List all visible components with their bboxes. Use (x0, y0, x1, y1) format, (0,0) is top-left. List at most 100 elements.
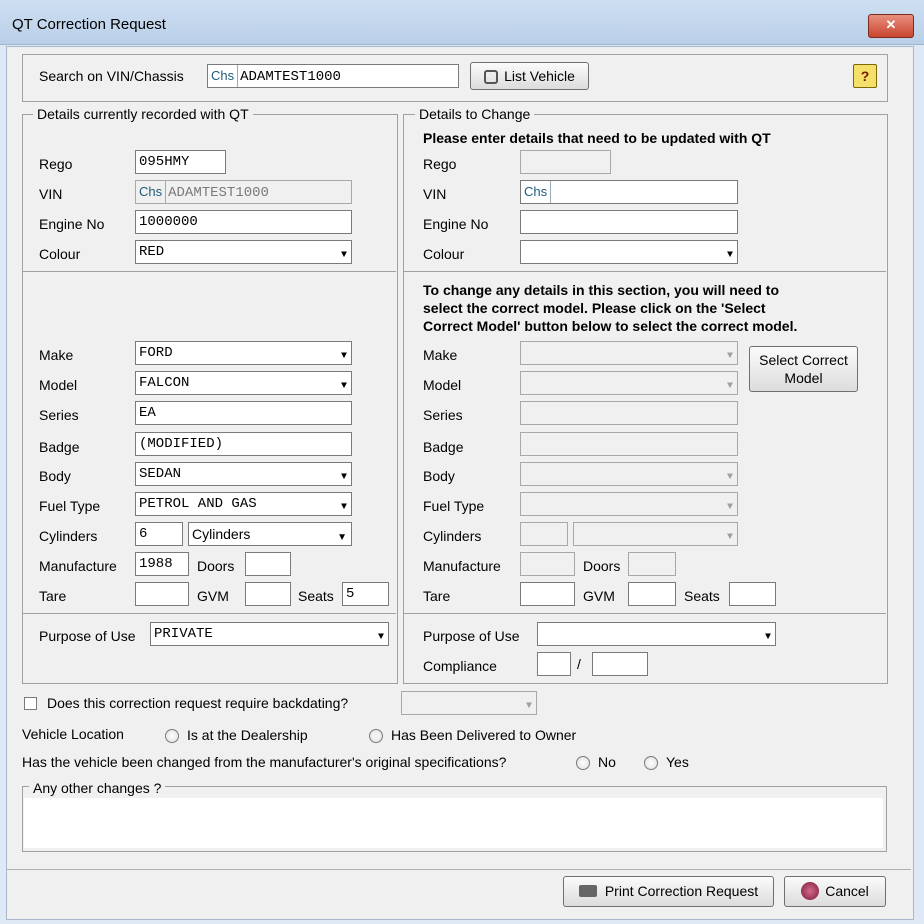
help-icon[interactable]: ? (853, 64, 877, 88)
new-seats-input[interactable] (729, 582, 776, 606)
new-gvm-input[interactable] (628, 582, 676, 606)
divider (404, 271, 886, 272)
rego-label: Rego (39, 156, 73, 172)
seats-label: Seats (684, 588, 720, 604)
gvm-label: GVM (583, 588, 615, 604)
new-doors-field (628, 552, 676, 576)
compliance-label: Compliance (423, 658, 497, 674)
current-engine-field[interactable]: 1000000 (135, 210, 352, 234)
fuel-label: Fuel Type (423, 498, 485, 514)
make-label: Make (423, 347, 458, 363)
current-doors-field[interactable] (245, 552, 291, 576)
select-correct-model-button[interactable]: Select Correct Model (749, 346, 858, 392)
cylinders-label: Cylinders (39, 528, 98, 544)
modified-yes-label: Yes (666, 754, 689, 770)
colour-label: Colour (423, 246, 465, 262)
badge-label: Badge (39, 439, 80, 455)
series-label: Series (423, 407, 463, 423)
new-manufacture-field (520, 552, 575, 576)
footer-divider (7, 869, 911, 870)
modified-no-radio[interactable] (576, 756, 590, 770)
cancel-button[interactable]: Cancel (784, 876, 886, 907)
engine-label: Engine No (39, 216, 105, 232)
current-seats-field[interactable]: 5 (342, 582, 389, 606)
current-tare-field[interactable] (135, 582, 189, 606)
modified-no-label: No (598, 754, 616, 770)
backdating-select (401, 691, 537, 715)
printer-icon (578, 885, 597, 897)
new-tare-input[interactable] (520, 582, 575, 606)
chassis-prefix: Chs (211, 65, 239, 87)
cancel-button-label: Cancel (825, 883, 869, 899)
divider (23, 613, 396, 614)
new-badge-field (520, 432, 738, 456)
model-note-line2: select the correct model. Please click o… (423, 300, 766, 316)
print-button-label: Print Correction Request (604, 883, 759, 899)
model-label: Model (39, 377, 78, 393)
current-body-select[interactable]: SEDAN (135, 462, 352, 486)
select-model-label-2: Model (784, 370, 823, 386)
purpose-label: Purpose of Use (39, 628, 136, 644)
new-body-select (520, 462, 738, 486)
current-fuel-select[interactable]: PETROL AND GAS (135, 492, 352, 516)
vin-label: VIN (39, 186, 63, 202)
modified-yes-radio[interactable] (644, 756, 658, 770)
search-vin-value: ADAMTEST1000 (240, 69, 341, 85)
new-colour-select[interactable] (520, 240, 738, 264)
current-rego-field[interactable]: 095HMY (135, 150, 226, 174)
chassis-prefix: Chs (139, 181, 167, 203)
current-gvm-field[interactable] (245, 582, 291, 606)
current-vin-value: ADAMTEST1000 (168, 185, 269, 201)
current-colour-select[interactable]: RED (135, 240, 352, 264)
new-purpose-select[interactable] (537, 622, 776, 646)
backdating-checkbox[interactable] (24, 697, 37, 710)
badge-label: Badge (423, 439, 464, 455)
current-badge-field[interactable]: (MODIFIED) (135, 432, 352, 456)
make-label: Make (39, 347, 74, 363)
current-model-select[interactable]: FALCON (135, 371, 352, 395)
current-manufacture-field[interactable]: 1988 (135, 552, 189, 576)
location-dealership-label: Is at the Dealership (187, 727, 308, 743)
current-make-select[interactable]: FORD (135, 341, 352, 365)
backdating-label: Does this correction request require bac… (47, 695, 349, 711)
body-label: Body (39, 468, 71, 484)
other-changes-textarea[interactable] (24, 798, 883, 848)
location-dealership-radio[interactable] (165, 729, 179, 743)
model-label: Model (423, 377, 462, 393)
current-cylinders-unit-select[interactable]: Cylinders (188, 522, 352, 546)
current-purpose-select[interactable]: PRIVATE (150, 622, 389, 646)
new-make-select (520, 341, 738, 365)
gvm-label: GVM (197, 588, 229, 604)
location-delivered-radio[interactable] (369, 729, 383, 743)
new-engine-input[interactable] (520, 210, 738, 234)
new-cylinders-field (520, 522, 568, 546)
current-cylinders-field[interactable]: 6 (135, 522, 183, 546)
cancel-icon (801, 882, 820, 900)
new-cylinders-unit-select (573, 522, 738, 546)
location-delivered-label: Has Been Delivered to Owner (391, 727, 577, 743)
vin-label: VIN (423, 186, 447, 202)
engine-label: Engine No (423, 216, 489, 232)
new-vin-input[interactable]: Chs (520, 180, 738, 204)
print-correction-request-button[interactable]: Print Correction Request (563, 876, 774, 907)
change-instruction: Please enter details that need to be upd… (423, 130, 771, 146)
search-vin-input[interactable]: Chs ADAMTEST1000 (207, 64, 459, 88)
seats-label: Seats (298, 588, 334, 604)
current-series-field[interactable]: EA (135, 401, 352, 425)
body-label: Body (423, 468, 455, 484)
current-details-legend: Details currently recorded with QT (33, 106, 253, 122)
chassis-prefix: Chs (524, 181, 552, 203)
tare-label: Tare (39, 588, 67, 604)
model-note-line1: To change any details in this section, y… (423, 282, 780, 298)
vehicle-location-label: Vehicle Location (22, 726, 124, 742)
purpose-label: Purpose of Use (423, 628, 520, 644)
series-label: Series (39, 407, 79, 423)
modified-question: Has the vehicle been changed from the ma… (22, 754, 507, 770)
list-vehicle-button[interactable]: List Vehicle (470, 62, 589, 90)
compliance-month-input[interactable] (537, 652, 571, 676)
compliance-separator: / (577, 656, 581, 672)
compliance-year-input[interactable] (592, 652, 648, 676)
divider (404, 613, 886, 614)
new-fuel-select (520, 492, 738, 516)
close-button[interactable]: ✕ (868, 14, 914, 38)
